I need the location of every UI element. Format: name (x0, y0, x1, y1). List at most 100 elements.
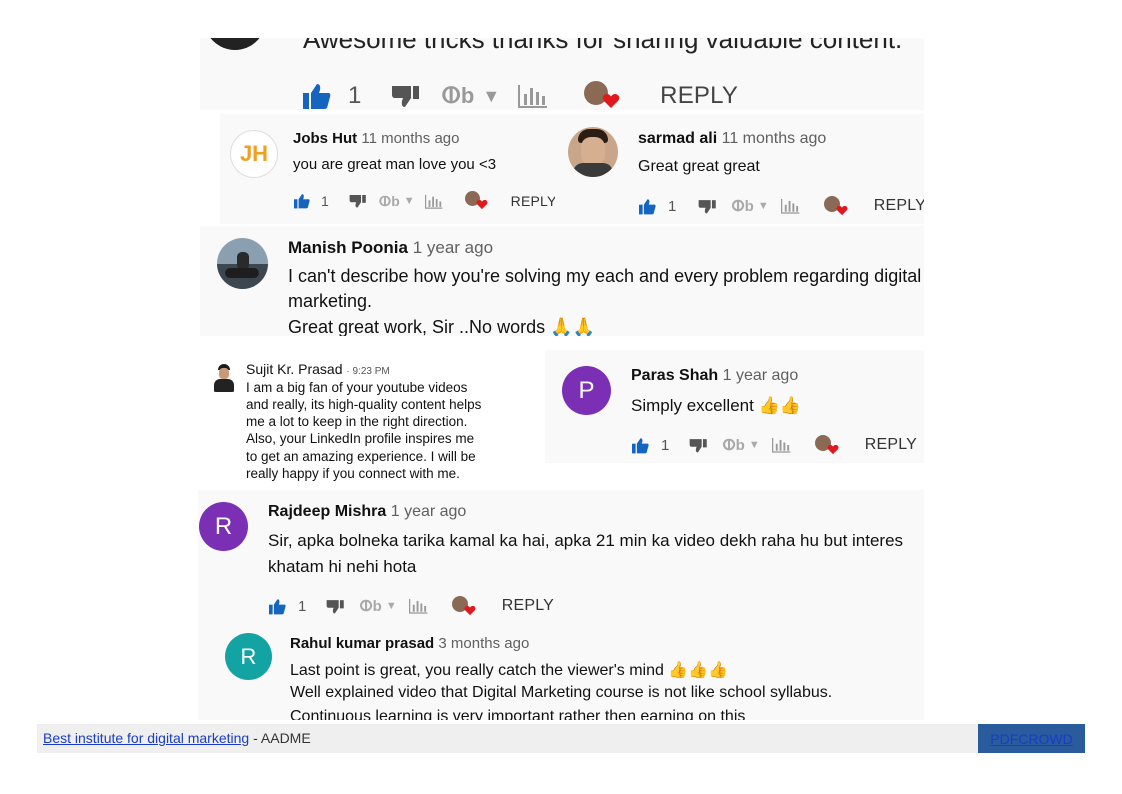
comment-text: Great great great (638, 158, 760, 175)
author-name[interactable]: Jobs Hut (293, 130, 357, 147)
reply-button[interactable]: REPLY (511, 193, 555, 209)
creator-heart (823, 196, 850, 216)
avatar: R (199, 502, 248, 551)
heart-icon (836, 205, 848, 216)
timestamp: · 9:23 PM (346, 366, 390, 377)
heart-icon (476, 199, 488, 210)
author-name[interactable]: Rajdeep Mishra (268, 503, 386, 520)
dislike-text-icon: ⵀb (731, 198, 754, 215)
avatar: P (562, 366, 611, 415)
heart-icon (464, 605, 476, 616)
author-name[interactable]: Sujit Kr. Prasad (246, 361, 343, 377)
thumbs-down-icon (698, 199, 717, 213)
reply-header: Rahul kumar prasad 3 months ago (290, 635, 529, 652)
reply-button[interactable]: REPLY (660, 82, 738, 110)
comment-header: Jobs Hut 11 months ago (293, 130, 459, 147)
comment-text-line: marketing. (288, 291, 373, 311)
comment-header: sarmad ali 11 months ago (638, 130, 826, 148)
tweet-line: me a lot to keep in the right direction. (246, 414, 468, 429)
comment-header: Paras Shah 1 year ago (631, 367, 798, 385)
creator-heart (451, 596, 478, 616)
dislike-text-icon: ⵀb (378, 192, 400, 209)
thumbs-up-icon (632, 437, 649, 453)
dislike-button[interactable] (391, 83, 421, 109)
dislike-button[interactable] (326, 598, 345, 615)
creator-heart (584, 81, 622, 110)
avatar (212, 364, 236, 392)
footer-bar: Best institute for digital marketing - A… (37, 724, 1085, 753)
avatar-initial: P (578, 376, 595, 404)
author-name[interactable]: Rahul kumar prasad (290, 635, 434, 652)
like-button[interactable] (638, 198, 657, 215)
avatar: JH (230, 130, 278, 178)
comment-header: Manish Poonia 1 year ago (288, 238, 493, 258)
reply-button[interactable]: REPLY (502, 597, 554, 615)
dislike-text-icon: ⵀb (722, 437, 745, 454)
pdfcrowd-link[interactable]: PDFCROWD (990, 731, 1072, 747)
author-name[interactable]: Manish Poonia (288, 238, 408, 257)
reply-button[interactable]: REPLY (865, 436, 917, 454)
timestamp[interactable]: 11 months ago (361, 130, 459, 147)
comment-text: you are great man love you <3 (293, 156, 497, 173)
like-button[interactable] (268, 598, 287, 615)
comment-card-sarmad: sarmad ali 11 months ago Great great gre… (555, 114, 924, 224)
tweet-header: Sujit Kr. Prasad · 9:23 PM (246, 361, 390, 377)
stats-icon[interactable] (408, 598, 428, 614)
tweet-line: I am a big fan of your youtube videos (246, 380, 468, 395)
stats-icon[interactable] (424, 194, 443, 209)
avatar-initial: R (214, 512, 233, 540)
dislike-button[interactable] (349, 193, 367, 209)
comment-text-line: Sir, apka bolneka tarika kamal ka hai, a… (268, 531, 904, 550)
dropdown-icon[interactable]: ▼ (749, 439, 760, 451)
thumbs-up-icon (294, 194, 310, 209)
author-name[interactable]: Paras Shah (631, 367, 718, 384)
tweet-card-sujit: Sujit Kr. Prasad · 9:23 PM I am a big fa… (200, 350, 540, 490)
tweet-line: Also, your LinkedIn profile inspires me (246, 431, 475, 446)
comment-text-line: Great great work, Sir ..No words 🙏🙏 (288, 317, 595, 336)
like-count: 1 (348, 82, 362, 109)
author-name[interactable]: sarmad ali (638, 130, 717, 147)
avatar-initial: R (240, 643, 257, 669)
thumbs-down-icon (349, 195, 366, 208)
stats-icon[interactable] (518, 84, 548, 108)
timestamp[interactable]: 11 months ago (722, 130, 827, 147)
footer-suffix: - AADME (249, 730, 311, 746)
thumbs-up-icon (639, 198, 656, 214)
comment-text-line: I can't describe how you're solving my e… (288, 266, 922, 286)
avatar (568, 127, 618, 177)
timestamp[interactable]: 1 year ago (391, 503, 467, 520)
timestamp[interactable]: 1 year ago (723, 367, 799, 384)
dislike-button[interactable] (698, 198, 717, 215)
partial-avatar (204, 38, 266, 50)
action-bar: 1 ⵀb ▼ REPLY (302, 80, 738, 110)
comment-text: Awesome tricks thanks for sharing valuab… (303, 38, 903, 54)
stats-icon[interactable] (771, 437, 791, 453)
tweet-line: really happy if you connect with me. (246, 466, 460, 481)
reply-text-line: Last point is great, you really catch th… (290, 662, 729, 679)
thumbs-down-icon (392, 86, 420, 107)
reply-button[interactable]: REPLY (874, 197, 924, 215)
like-button[interactable] (631, 437, 650, 454)
institute-link[interactable]: Best institute for digital marketing (43, 730, 249, 746)
thumbs-down-icon (326, 599, 345, 613)
timestamp[interactable]: 1 year ago (413, 238, 493, 257)
dropdown-icon[interactable]: ▼ (386, 600, 397, 612)
footer-text: Best institute for digital marketing - A… (43, 730, 311, 746)
like-button[interactable] (302, 82, 334, 110)
comment-text: Simply excellent 👍👍 (631, 396, 801, 415)
dropdown-icon[interactable]: ▼ (482, 86, 500, 107)
pdfcrowd-button[interactable]: PDFCROWD (978, 724, 1085, 753)
timestamp[interactable]: 3 months ago (438, 635, 529, 652)
like-count: 1 (661, 436, 670, 454)
reply-text-line: Continuous learning is very important ra… (290, 708, 746, 720)
like-button[interactable] (293, 193, 311, 209)
heart-icon (602, 94, 620, 108)
dropdown-icon[interactable]: ▼ (758, 200, 769, 212)
dropdown-icon[interactable]: ▼ (404, 195, 415, 207)
dislike-button[interactable] (689, 437, 708, 454)
reply-avatar: R (225, 633, 272, 680)
stats-icon[interactable] (780, 198, 800, 214)
creator-heart (464, 191, 489, 211)
like-count: 1 (298, 597, 307, 615)
heart-icon (827, 444, 839, 455)
